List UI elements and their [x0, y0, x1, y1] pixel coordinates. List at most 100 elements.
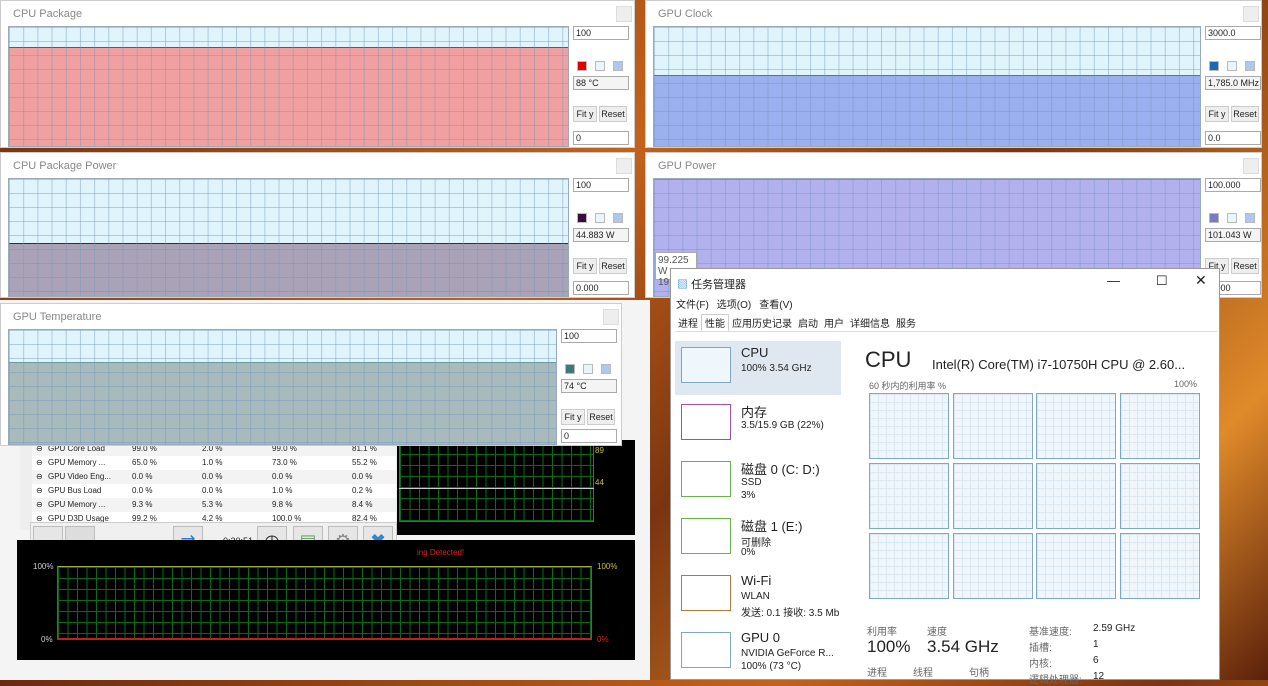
resource-detail: 100% 3.54 GHz: [741, 363, 812, 374]
min-field[interactable]: 0: [561, 429, 617, 443]
tab[interactable]: 性能: [701, 314, 729, 331]
grid-swatch[interactable]: [613, 213, 623, 223]
color-swatch[interactable]: [565, 364, 575, 374]
table-row[interactable]: ⊖ GPU Bus Load 0.0 % 0.0 % 1.0 % 0.2 %: [32, 484, 396, 498]
minimize-button[interactable]: —: [1107, 273, 1120, 288]
color-swatch[interactable]: [577, 213, 587, 223]
plot-graph[interactable]: [8, 178, 569, 297]
reset-button[interactable]: Reset: [1231, 106, 1259, 122]
reset-button[interactable]: Reset: [587, 409, 615, 425]
grid-swatch[interactable]: [1245, 213, 1255, 223]
core-graph: [869, 533, 949, 599]
maximize-button[interactable]: ☐: [1156, 273, 1168, 289]
resource-name: 磁盘 0 (C: D:): [741, 462, 820, 477]
max-field[interactable]: 100: [573, 178, 629, 192]
graph-label-44: 44: [595, 478, 604, 487]
sensor-value: 8.4 %: [352, 500, 373, 509]
plot-graph[interactable]: [8, 26, 569, 147]
core-graph: [1119, 533, 1200, 599]
bg-swatch[interactable]: [595, 61, 605, 71]
current-value: 1,785.0 MHz: [1205, 76, 1261, 90]
max-field[interactable]: 3000.0: [1205, 26, 1261, 40]
max-field[interactable]: 100: [573, 26, 629, 40]
resource-item[interactable]: CPU 100% 3.54 GHz: [675, 341, 841, 395]
table-row[interactable]: ⊖ GPU Video Eng... 0.0 % 0.0 % 0.0 % 0.0 %: [32, 470, 396, 484]
bg-swatch[interactable]: [1227, 61, 1237, 71]
tab[interactable]: 用户: [821, 315, 847, 330]
resource-item[interactable]: GPU 0 NVIDIA GeForce R... 100% (73 °C): [675, 626, 841, 680]
close-button[interactable]: [603, 309, 619, 325]
grid-swatch[interactable]: [601, 364, 611, 374]
sensor-value: 0.0 %: [352, 472, 373, 481]
color-swatch[interactable]: [577, 61, 587, 71]
plot-controls: 100 44.883 W Fit y Reset 0.000: [573, 178, 633, 297]
reset-button[interactable]: Reset: [599, 258, 627, 274]
bg-swatch[interactable]: [595, 213, 605, 223]
menu-item[interactable]: 选项(O): [717, 300, 751, 311]
fit-y-button[interactable]: Fit y: [561, 409, 585, 425]
resource-thumbnail: [681, 461, 731, 497]
color-swatch[interactable]: [1209, 213, 1219, 223]
spec-label: 基准速度:: [1029, 627, 1072, 638]
resource-item[interactable]: Wi-Fi WLAN 发送: 0.1 接收: 3.5 Mb: [675, 569, 841, 623]
min-field[interactable]: 0: [573, 131, 629, 145]
max-field[interactable]: 100: [561, 329, 617, 343]
bg-swatch[interactable]: [583, 364, 593, 374]
color-swatch[interactable]: [1209, 61, 1219, 71]
plot-title: GPU Temperature: [13, 311, 102, 323]
core-graph: [952, 463, 1033, 529]
resource-name: 内存: [741, 405, 768, 420]
sensor-value: 9.8 %: [272, 500, 293, 509]
task-manager-window: ▧ 任务管理器 — ☐ ✕ 文件(F) 选项(O) 查看(V) 进程 性能 应用历史记录…: [670, 268, 1220, 686]
table-row[interactable]: ⊖ GPU Memory ... 9.3 % 5.3 % 9.8 % 8.4 %: [32, 498, 396, 512]
resource-item[interactable]: 磁盘 1 (E:) 可删除 0%: [675, 512, 841, 566]
table-row[interactable]: ⊖ GPU Memory ... 65.0 % 1.0 % 73.0 % 55.2 %: [32, 456, 396, 470]
core-graph: [869, 463, 949, 529]
sensor-value: 0.0 %: [132, 472, 153, 481]
resource-name: 磁盘 1 (E:): [741, 519, 803, 534]
min-field[interactable]: 0.0: [1205, 131, 1261, 145]
close-button[interactable]: [616, 158, 632, 174]
plot-graph[interactable]: [8, 329, 557, 445]
fit-y-button[interactable]: Fit y: [573, 106, 597, 122]
reset-button[interactable]: Reset: [599, 106, 627, 122]
resource-item[interactable]: 内存 3.5/15.9 GB (22%): [675, 398, 841, 452]
axis-label: 100%: [597, 562, 618, 571]
util-axis-max: 100%: [1174, 379, 1198, 389]
util-axis-label: 60 秒内的利用率 %: [869, 381, 947, 391]
tab[interactable]: 应用历史记录: [729, 315, 795, 330]
menu-item[interactable]: 查看(V): [759, 300, 792, 311]
reset-button[interactable]: Reset: [1231, 258, 1259, 274]
sensor-value: 0.0 %: [202, 486, 223, 495]
menu-item[interactable]: 文件(F): [676, 300, 709, 311]
graph-line: [399, 488, 594, 489]
close-button[interactable]: [1243, 6, 1259, 22]
close-button[interactable]: ✕: [1195, 272, 1207, 289]
resource-detail: 3.5/15.9 GB (22%): [741, 420, 824, 431]
resource-detail: 3%: [741, 490, 756, 501]
close-button[interactable]: [1243, 158, 1259, 174]
resource-item[interactable]: 磁盘 0 (C: D:) SSD 3%: [675, 455, 841, 509]
tab[interactable]: 进程: [675, 315, 701, 330]
axis-label: 100%: [33, 562, 54, 571]
plot-title: GPU Power: [658, 160, 717, 172]
fit-y-button[interactable]: Fit y: [573, 258, 597, 274]
resource-thumbnail: [681, 632, 731, 668]
fit-y-button[interactable]: Fit y: [1205, 106, 1229, 122]
tab[interactable]: 服务: [893, 315, 919, 330]
close-button[interactable]: [616, 6, 632, 22]
resource-detail: WLAN: [741, 591, 770, 602]
grid-swatch[interactable]: [1245, 61, 1255, 71]
max-field[interactable]: 100.000: [1205, 178, 1261, 192]
min-field[interactable]: 0.000: [573, 281, 629, 295]
tab[interactable]: 启动: [795, 315, 821, 330]
axis-label: 0%: [597, 635, 609, 644]
plot-graph[interactable]: [653, 26, 1201, 147]
current-value: 88 °C: [573, 76, 629, 90]
grid-swatch[interactable]: [613, 61, 623, 71]
tab[interactable]: 详细信息: [847, 315, 893, 330]
bg-swatch[interactable]: [1227, 213, 1237, 223]
sensor-value: 1.0 %: [272, 486, 293, 495]
taskmgr-icon: ▧: [677, 279, 688, 291]
core-graph: [952, 533, 1033, 599]
